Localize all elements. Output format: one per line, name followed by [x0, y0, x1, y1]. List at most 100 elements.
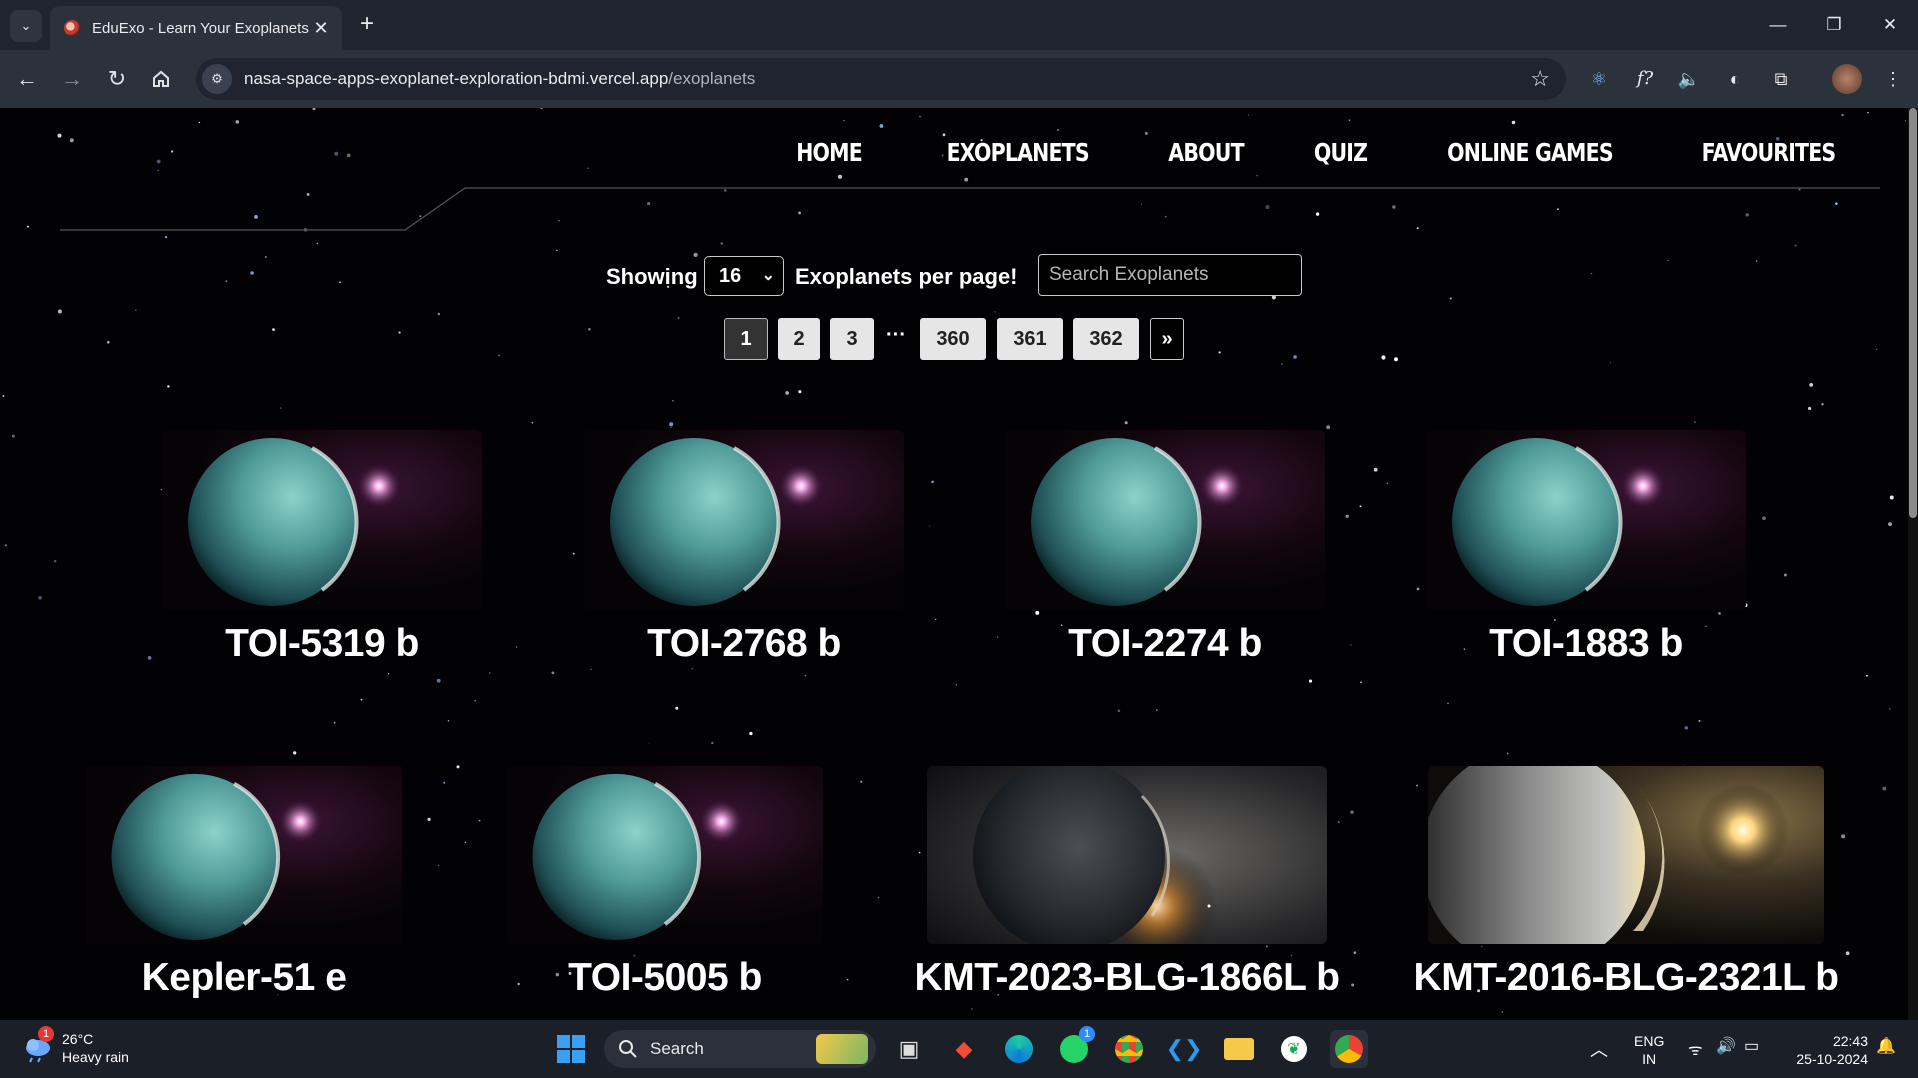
exoplanet-card[interactable]: KMT-2016-BLG-2321L b [1414, 766, 1839, 1006]
clock[interactable]: 22:43 25-10-2024 [1786, 1032, 1868, 1068]
notification-bell-icon[interactable]: 🔔 [1876, 1036, 1896, 1056]
exoplanet-name[interactable]: TOI-5319 b [102, 622, 542, 666]
react-devtools-icon[interactable]: ⚛ [1584, 64, 1614, 94]
reload-button[interactable]: ↻ [100, 62, 134, 96]
close-tab-icon[interactable]: ✕ [310, 18, 332, 39]
vscode-icon[interactable]: ❮❯ [1165, 1030, 1203, 1068]
start-button[interactable] [552, 1030, 590, 1068]
pagination: 1 2 3 ··· 360 361 362 » [0, 318, 1908, 362]
nav-about[interactable]: ABOUT [1168, 138, 1244, 167]
exoplanet-name[interactable]: Kepler-51 e [24, 956, 464, 1000]
per-page-select[interactable]: 16 ⌄ [704, 256, 784, 296]
extensions-puzzle-icon[interactable]: ⧉ [1766, 64, 1796, 94]
home-button[interactable] [144, 62, 178, 96]
bookmark-star-icon[interactable]: ☆ [1530, 66, 1550, 92]
nav-favourites[interactable]: FAVOURITES [1702, 138, 1836, 167]
address-bar[interactable]: ⚙ nasa-space-apps-exoplanet-exploration-… [196, 58, 1566, 100]
restore-window-button[interactable]: ❐ [1810, 8, 1858, 42]
home-icon [153, 70, 169, 87]
weather-widget[interactable]: 1 26°C Heavy rain [22, 1026, 129, 1066]
page-button-1[interactable]: 1 [724, 318, 768, 360]
per-page-value: 16 [719, 264, 742, 287]
nav-home[interactable]: HOME [796, 138, 863, 167]
browser-tab-active[interactable]: EduExo - Learn Your Exoplanets ✕ [50, 6, 342, 50]
exoplanet-image-teal[interactable] [162, 430, 482, 610]
site-info-icon[interactable]: ⚙ [202, 64, 232, 94]
forward-button[interactable]: → [55, 62, 89, 96]
back-button[interactable]: ← [10, 62, 44, 96]
chrome-icon[interactable] [1110, 1030, 1148, 1068]
page-button-360[interactable]: 360 [920, 318, 986, 360]
exoplanet-card[interactable]: TOI-5005 b [505, 766, 825, 1006]
whatsapp-icon[interactable]: 1 [1055, 1026, 1095, 1068]
chrome-profile-active-icon[interactable] [1330, 1030, 1368, 1068]
git-app-icon[interactable]: ◆ [945, 1030, 983, 1068]
close-window-button[interactable]: ✕ [1866, 8, 1914, 42]
browser-menu-icon[interactable]: ⋮ [1878, 64, 1908, 94]
exoplanet-card[interactable]: TOI-2768 b [584, 430, 904, 670]
page-button-3[interactable]: 3 [830, 318, 874, 360]
rain-cloud-icon: 1 [22, 1026, 54, 1064]
minimize-icon: — [1769, 15, 1787, 34]
exoplanet-image-teal[interactable] [505, 766, 825, 944]
exoplanet-card[interactable]: Kepler-51 e [84, 766, 404, 1006]
exoplanet-card[interactable]: TOI-5319 b [162, 430, 482, 670]
audio-extension-icon[interactable]: 🔈 [1674, 64, 1704, 94]
nav-online-games[interactable]: ONLINE GAMES [1447, 138, 1613, 167]
exoplanet-card[interactable]: TOI-1883 b [1426, 430, 1746, 670]
arrow-right-icon: → [61, 66, 83, 91]
exoplanet-image-rocky[interactable] [927, 766, 1327, 944]
arrow-left-icon: ← [16, 66, 38, 91]
page-button-361[interactable]: 361 [997, 318, 1063, 360]
search-exoplanets-input[interactable] [1038, 254, 1302, 296]
exoplanet-name[interactable]: TOI-1883 b [1366, 622, 1806, 666]
battery-icon[interactable]: ▭ [1744, 1036, 1759, 1056]
mongodb-compass-icon[interactable]: ❦ [1275, 1030, 1313, 1068]
browser-tab-bar: ⌄ EduExo - Learn Your Exoplanets ✕ + — ❐… [0, 0, 1918, 50]
exoplanet-image-teal[interactable] [1005, 430, 1325, 610]
exoplanet-image-gas-giant[interactable] [1428, 766, 1824, 944]
clock-time: 22:43 [1832, 1033, 1868, 1049]
showing-label: Showing [606, 264, 698, 289]
nav-quiz[interactable]: QUIZ [1314, 138, 1368, 167]
dark-mode-extension-icon[interactable]: ◐ [1720, 64, 1750, 94]
tab-search-button[interactable]: ⌄ [10, 10, 42, 42]
wifi-icon[interactable]: ᯤ [1688, 1038, 1703, 1060]
scrollbar-thumb[interactable] [1909, 108, 1917, 518]
task-view-icon[interactable]: ▣ [890, 1030, 928, 1068]
page-scrollbar[interactable] [1908, 108, 1918, 1020]
exoplanet-name[interactable]: KMT-2023-BLG-1866L b [867, 956, 1387, 1000]
language-indicator[interactable]: ENG IN [1634, 1032, 1664, 1068]
weather-description: Heavy rain [62, 1049, 129, 1065]
profile-avatar[interactable] [1832, 64, 1862, 94]
exoplanet-name[interactable]: TOI-2274 b [945, 622, 1385, 666]
exoplanet-image-teal[interactable] [584, 430, 904, 610]
volume-icon[interactable]: 🔊 [1716, 1036, 1736, 1056]
exoplanet-card[interactable]: TOI-2274 b [1005, 430, 1325, 670]
exoplanet-name[interactable]: TOI-2768 b [524, 622, 964, 666]
page-button-2[interactable]: 2 [778, 318, 820, 360]
taskbar-search[interactable]: Search [604, 1030, 876, 1068]
tray-chevron-up-icon[interactable]: ︿ [1590, 1036, 1608, 1062]
next-page-button[interactable]: » [1150, 318, 1184, 360]
windows-taskbar: 1 26°C Heavy rain Search ▣ ◆ 1 ❮❯ ❦ ︿ EN… [0, 1020, 1918, 1078]
close-icon: ✕ [1882, 15, 1898, 34]
exoplanet-image-teal[interactable] [84, 766, 404, 944]
exoplanet-card[interactable]: KMT-2023-BLG-1866L b [915, 766, 1340, 1006]
clock-date: 25-10-2024 [1796, 1051, 1868, 1067]
minimize-window-button[interactable]: — [1754, 8, 1802, 42]
search-icon [619, 1040, 637, 1058]
nav-exoplanets[interactable]: EXOPLANETS [946, 138, 1089, 167]
edge-browser-icon[interactable] [1000, 1030, 1038, 1068]
per-page-label: Exoplanets per page! [795, 264, 1018, 289]
exoplanet-name[interactable]: KMT-2016-BLG-2321L b [1368, 956, 1884, 1000]
file-explorer-icon[interactable] [1220, 1030, 1258, 1068]
function-extension-icon[interactable]: f? [1630, 64, 1660, 94]
page-button-362[interactable]: 362 [1073, 318, 1139, 360]
exoplanet-name[interactable]: TOI-5005 b [445, 956, 885, 1000]
exoplanets-page: HOME EXOPLANETS ABOUT QUIZ ONLINE GAMES … [0, 108, 1908, 1020]
windows-logo-icon [557, 1035, 585, 1063]
exoplanet-image-teal[interactable] [1426, 430, 1746, 610]
new-tab-button[interactable]: + [352, 10, 382, 40]
weather-badge: 1 [38, 1026, 54, 1042]
